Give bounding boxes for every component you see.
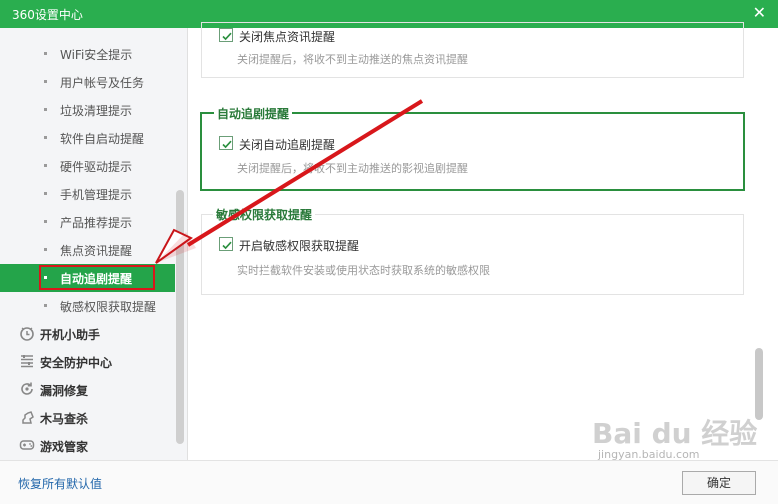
bullet-icon bbox=[44, 164, 47, 167]
option-label: 关闭焦点资讯提醒 bbox=[239, 30, 336, 44]
sidebar-item-sensitive-permission[interactable]: 敏感权限获取提醒 bbox=[0, 292, 175, 320]
ok-button[interactable]: 确定 bbox=[682, 471, 756, 495]
content-scrollbar[interactable] bbox=[755, 348, 763, 420]
sidebar-item-product-recommend[interactable]: 产品推荐提示 bbox=[0, 208, 175, 236]
sidebar-item-label: 焦点资讯提醒 bbox=[60, 244, 133, 258]
option-label: 关闭自动追剧提醒 bbox=[239, 138, 336, 152]
bullet-icon bbox=[44, 52, 47, 55]
bullet-icon bbox=[44, 80, 47, 83]
window-title: 360设置中心 bbox=[12, 8, 83, 22]
footer: 恢复所有默认值 确定 bbox=[0, 460, 778, 504]
sidebar-item-junk-clean[interactable]: 垃圾清理提示 bbox=[0, 96, 175, 124]
sidebar-item-driver[interactable]: 硬件驱动提示 bbox=[0, 152, 175, 180]
sidebar-item-trojan-scan[interactable]: 木马查杀 bbox=[0, 404, 175, 432]
settings-content: 关闭焦点资讯提醒 关闭提醒后，将收不到主动推送的焦点资讯提醒 自动追剧提醒 关闭… bbox=[188, 22, 778, 460]
bullet-icon bbox=[44, 136, 47, 139]
sidebar-item-label: WiFi安全提示 bbox=[60, 48, 133, 62]
sidebar-item-auto-drama[interactable]: 自动追剧提醒 bbox=[0, 264, 175, 292]
sidebar-item-label: 敏感权限获取提醒 bbox=[60, 300, 157, 314]
sidebar-item-phone[interactable]: 手机管理提示 bbox=[0, 180, 175, 208]
sidebar-item-label: 安全防护中心 bbox=[40, 356, 113, 370]
sidebar-item-label: 手机管理提示 bbox=[60, 188, 133, 202]
gamepad-icon bbox=[19, 437, 35, 453]
sensitive-permission-panel: 敏感权限获取提醒 开启敏感权限获取提醒 实时拦截软件安装或使用状态时获取系统的敏… bbox=[201, 206, 744, 295]
watermark-url: jingyan.baidu.com bbox=[598, 448, 700, 461]
bullet-icon bbox=[44, 304, 47, 307]
sidebar-item-game-manager[interactable]: 游戏管家 bbox=[0, 432, 175, 460]
sidebar-item-label: 开机小助手 bbox=[40, 328, 101, 342]
focus-news-panel: 关闭焦点资讯提醒 关闭提醒后，将收不到主动推送的焦点资讯提醒 bbox=[201, 22, 744, 78]
sidebar-item-label: 用户帐号及任务 bbox=[60, 76, 145, 90]
sidebar-item-label: 漏洞修复 bbox=[40, 384, 89, 398]
sidebar-item-label: 硬件驱动提示 bbox=[60, 160, 133, 174]
restore-defaults-link[interactable]: 恢复所有默认值 bbox=[18, 475, 102, 492]
checkbox-focus-news[interactable] bbox=[219, 28, 233, 42]
section-legend: 自动追剧提醒 bbox=[214, 105, 293, 122]
sidebar-item-vuln-fix[interactable]: 漏洞修复 bbox=[0, 376, 175, 404]
sidebar-item-label: 木马查杀 bbox=[40, 412, 89, 426]
clock-icon bbox=[19, 325, 35, 341]
sidebar-item-user-account[interactable]: 用户帐号及任务 bbox=[0, 68, 175, 96]
sidebar-item-label: 软件自启动提醒 bbox=[60, 132, 145, 146]
sidebar-item-label: 垃圾清理提示 bbox=[60, 104, 133, 118]
option-description: 关闭提醒后，将收不到主动推送的焦点资讯提醒 bbox=[237, 53, 468, 66]
sidebar-item-autostart[interactable]: 软件自启动提醒 bbox=[0, 124, 175, 152]
sidebar-item-wifi-tip[interactable]: WiFi安全提示 bbox=[0, 40, 175, 68]
bullet-icon bbox=[44, 276, 47, 279]
auto-drama-panel: 自动追剧提醒 关闭自动追剧提醒 关闭提醒后，将收不到主动推送的影视追剧提醒 bbox=[200, 105, 745, 191]
list-icon bbox=[19, 353, 35, 369]
sidebar-item-label: 自动追剧提醒 bbox=[60, 272, 133, 286]
bullet-icon bbox=[44, 192, 47, 195]
section-legend: 敏感权限获取提醒 bbox=[213, 206, 316, 223]
horse-icon bbox=[19, 409, 35, 425]
sidebar-item-security-center[interactable]: 安全防护中心 bbox=[0, 348, 175, 376]
sidebar: WiFi安全提示 用户帐号及任务 垃圾清理提示 软件自启动提醒 硬件驱动提示 手… bbox=[0, 28, 188, 460]
checkbox-auto-drama[interactable] bbox=[219, 136, 233, 150]
sidebar-item-label: 游戏管家 bbox=[40, 440, 89, 454]
sidebar-scrollbar[interactable] bbox=[176, 190, 184, 444]
option-description: 实时拦截软件安装或使用状态时获取系统的敏感权限 bbox=[237, 264, 490, 277]
baidu-watermark-logo: Bai du 经验 bbox=[592, 417, 758, 450]
option-label: 开启敏感权限获取提醒 bbox=[239, 239, 360, 253]
option-description: 关闭提醒后，将收不到主动推送的影视追剧提醒 bbox=[237, 162, 468, 175]
sidebar-item-label: 产品推荐提示 bbox=[60, 216, 133, 230]
sidebar-item-focus-news[interactable]: 焦点资讯提醒 bbox=[0, 236, 175, 264]
close-icon[interactable]: ✕ bbox=[753, 3, 766, 22]
bullet-icon bbox=[44, 220, 47, 223]
sidebar-item-boot-assistant[interactable]: 开机小助手 bbox=[0, 320, 175, 348]
bullet-icon bbox=[44, 248, 47, 251]
bullet-icon bbox=[44, 108, 47, 111]
refresh-icon bbox=[19, 381, 35, 397]
checkbox-sensitive-permission[interactable] bbox=[219, 237, 233, 251]
